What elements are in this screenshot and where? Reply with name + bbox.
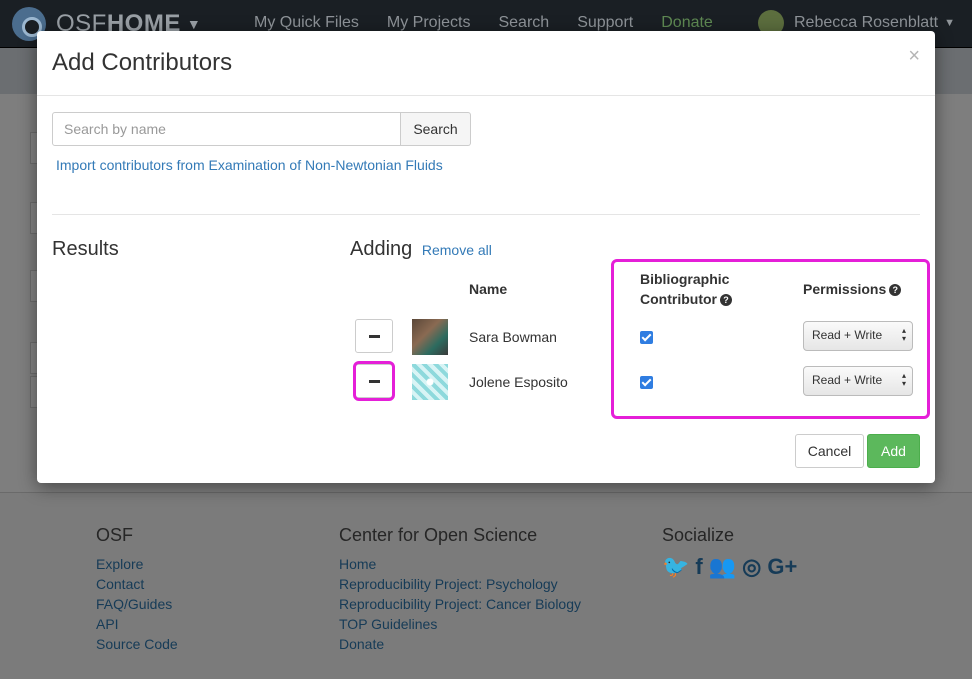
footer-link-rp-cancer[interactable]: Reproducibility Project: Cancer Biology bbox=[339, 594, 581, 614]
footer-heading: OSF bbox=[96, 525, 134, 545]
add-button[interactable]: Add bbox=[867, 434, 920, 468]
add-contributors-modal: Add Contributors × Search Import contrib… bbox=[37, 31, 935, 483]
chevron-down-icon: ▼ bbox=[186, 16, 201, 32]
remove-all-link[interactable]: Remove all bbox=[422, 242, 492, 258]
modal-header: Add Contributors × bbox=[37, 31, 935, 96]
import-contributors-link[interactable]: Import contributors from Examination of … bbox=[56, 155, 456, 175]
results-title: Results bbox=[52, 238, 119, 260]
user-name: Rebecca Rosenblatt bbox=[794, 14, 939, 31]
nav-link-support[interactable]: Support bbox=[577, 14, 633, 32]
social-icons: 🐦 f 👥 ◎ G+ bbox=[662, 554, 797, 580]
footer: OSF Explore Contact FAQ/Guides API Sourc… bbox=[0, 492, 972, 679]
column-name: Name bbox=[469, 281, 508, 297]
search-button[interactable]: Search bbox=[401, 112, 471, 146]
facebook-icon[interactable]: f bbox=[695, 554, 702, 580]
adding-label: Adding bbox=[350, 238, 413, 260]
search-row: Search bbox=[52, 112, 471, 146]
avatar bbox=[412, 364, 448, 400]
contributor-name: Jolene Esposito bbox=[469, 374, 568, 390]
nav-link-my-projects[interactable]: My Projects bbox=[387, 14, 471, 32]
footer-cos: Center for Open Science Home Reproducibi… bbox=[339, 525, 581, 654]
remove-contributor-button[interactable] bbox=[355, 319, 393, 353]
footer-link-api[interactable]: API bbox=[96, 614, 178, 634]
footer-link-top[interactable]: TOP Guidelines bbox=[339, 614, 581, 634]
footer-heading: Socialize bbox=[662, 525, 735, 545]
nav-link-search[interactable]: Search bbox=[498, 14, 549, 32]
close-icon[interactable]: × bbox=[908, 45, 920, 68]
footer-socialize: Socialize 🐦 f 👥 ◎ G+ bbox=[662, 525, 797, 580]
search-input[interactable] bbox=[52, 112, 401, 146]
nav-link-donate[interactable]: Donate bbox=[661, 14, 713, 32]
modal-title: Add Contributors bbox=[52, 49, 233, 76]
footer-link-contact[interactable]: Contact bbox=[96, 574, 178, 594]
twitter-icon[interactable]: 🐦 bbox=[662, 554, 689, 580]
contributor-name: Sara Bowman bbox=[469, 329, 557, 345]
adding-title: Adding Remove all bbox=[350, 238, 492, 261]
footer-link-donate[interactable]: Donate bbox=[339, 634, 581, 654]
avatar bbox=[412, 319, 448, 355]
nav-links: My Quick Files My Projects Search Suppor… bbox=[254, 14, 741, 32]
chevron-down-icon: ▼ bbox=[944, 17, 955, 29]
footer-link-rp-psychology[interactable]: Reproducibility Project: Psychology bbox=[339, 574, 581, 594]
highlight-box bbox=[611, 259, 930, 419]
divider bbox=[52, 214, 920, 215]
footer-link-faq[interactable]: FAQ/Guides bbox=[96, 594, 178, 614]
google-plus-icon[interactable]: G+ bbox=[767, 554, 797, 580]
footer-link-source-code[interactable]: Source Code bbox=[96, 634, 178, 654]
footer-heading: Center for Open Science bbox=[339, 525, 538, 545]
highlight-box bbox=[353, 361, 395, 401]
nav-link-quick-files[interactable]: My Quick Files bbox=[254, 14, 359, 32]
github-icon[interactable]: ◎ bbox=[742, 554, 761, 580]
footer-link-explore[interactable]: Explore bbox=[96, 554, 178, 574]
footer-link-home[interactable]: Home bbox=[339, 554, 581, 574]
footer-osf: OSF Explore Contact FAQ/Guides API Sourc… bbox=[96, 525, 178, 654]
group-icon[interactable]: 👥 bbox=[709, 554, 736, 580]
cancel-button[interactable]: Cancel bbox=[795, 434, 864, 468]
